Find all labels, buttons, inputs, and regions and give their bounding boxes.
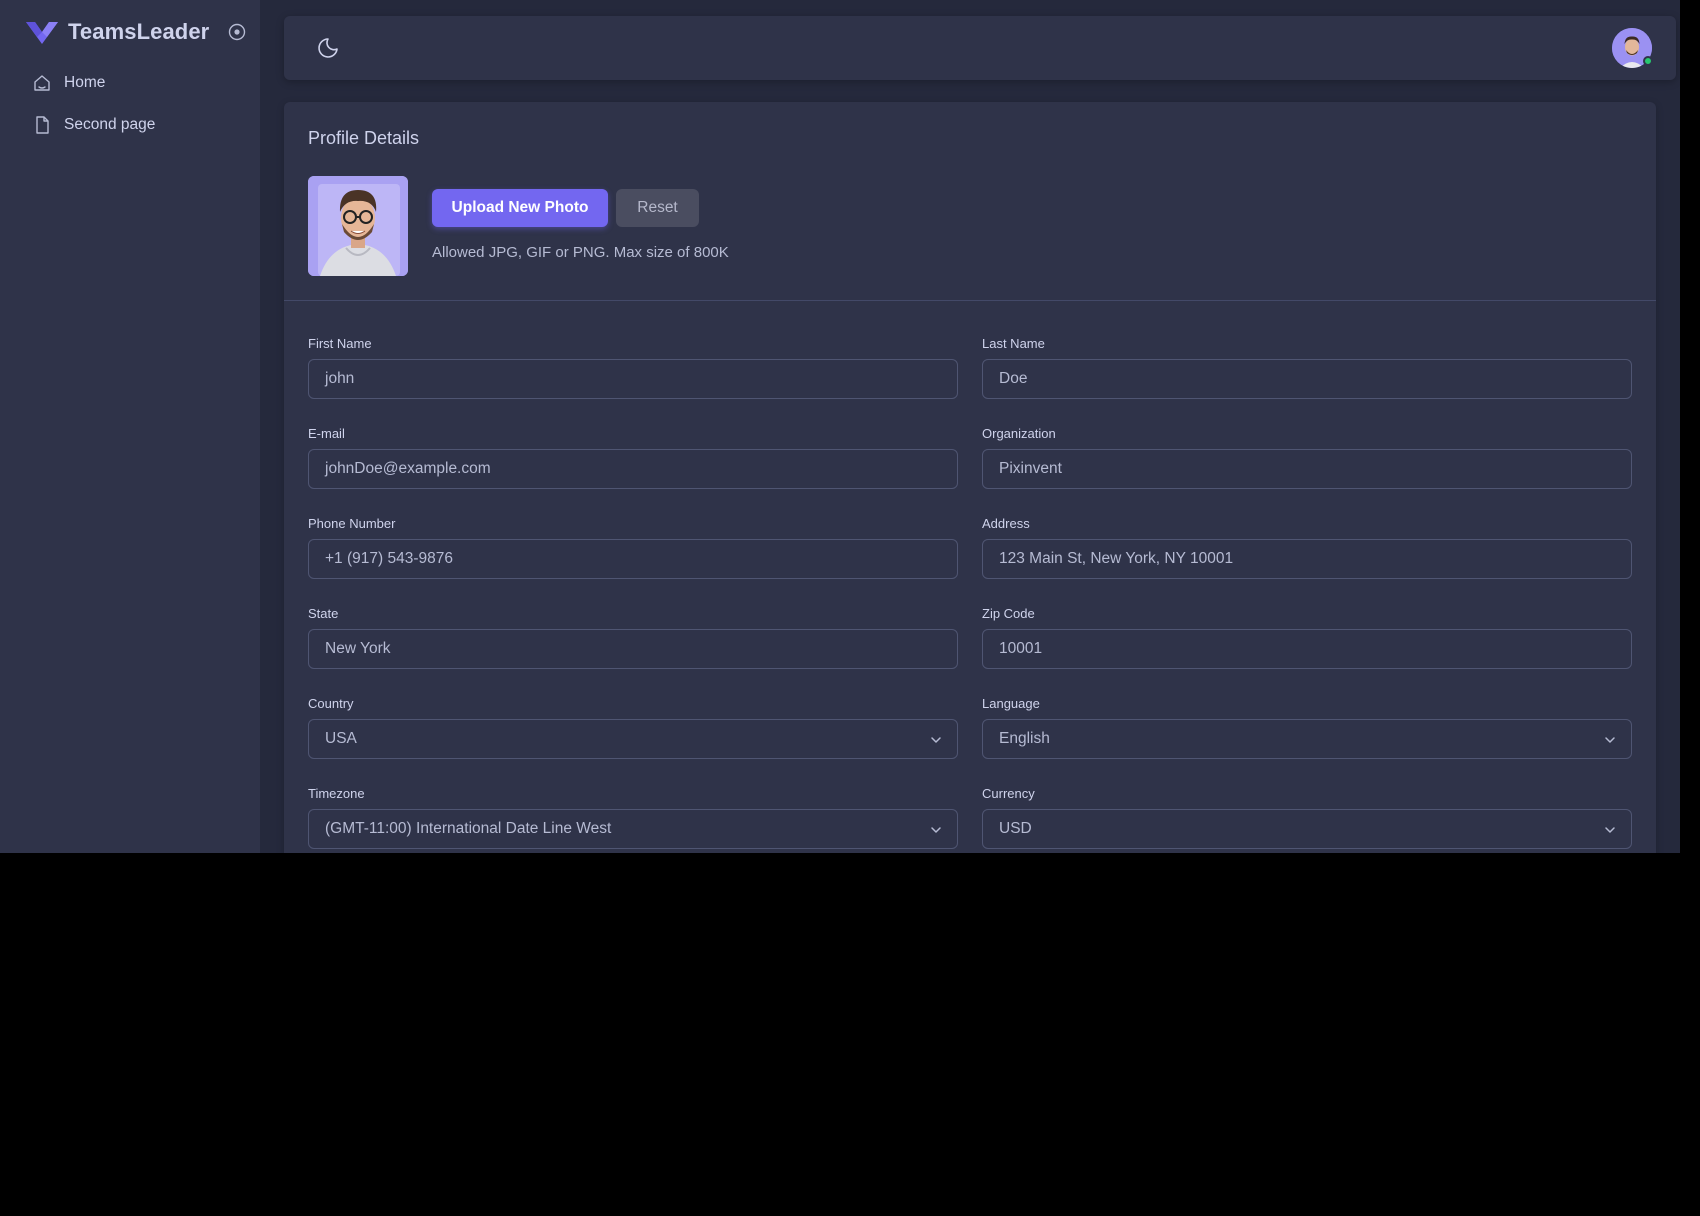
zip-field-group: Zip Code 10001 (982, 606, 1632, 669)
top-navbar (284, 16, 1676, 80)
currency-select-value: USD (999, 820, 1032, 837)
user-avatar[interactable] (1612, 28, 1653, 68)
timezone-field-group: Timezone (GMT-11:00) International Date … (308, 786, 958, 849)
zip-input[interactable]: 10001 (982, 629, 1632, 669)
logo-icon (24, 14, 60, 50)
organization-label: Organization (982, 426, 1056, 441)
email-field-group: E-mail johnDoe@example.com (308, 426, 958, 489)
language-select[interactable]: English (982, 719, 1632, 759)
brand[interactable]: TeamsLeader (24, 14, 256, 50)
last-name-label: Last Name (982, 336, 1045, 351)
address-input[interactable]: 123 Main St, New York, NY 10001 (982, 539, 1632, 579)
divider (284, 300, 1656, 301)
language-select-value: English (999, 730, 1050, 747)
state-input[interactable]: New York (308, 629, 958, 669)
app-title: TeamsLeader (68, 19, 210, 44)
sidebar-toggle-icon[interactable] (228, 23, 246, 41)
app-window: TeamsLeader Home Second page Profile Det… (0, 0, 1680, 853)
last-name-field-group: Last Name Doe (982, 336, 1632, 399)
currency-field-group: Currency USD (982, 786, 1632, 849)
timezone-select-value: (GMT-11:00) International Date Line West (325, 820, 612, 837)
chevron-down-icon (1605, 827, 1615, 833)
country-label: Country (308, 696, 354, 711)
currency-label: Currency (982, 786, 1035, 801)
theme-toggle-button[interactable] (312, 32, 344, 64)
moon-icon (318, 38, 338, 58)
sidebar-item-label: Home (64, 74, 106, 91)
sidebar-item-home[interactable]: Home (16, 62, 244, 104)
card-title: Profile Details (308, 128, 420, 148)
first-name-field-group: First Name john (308, 336, 958, 399)
profile-details-card: Profile Details Upload New Photo Reset A… (284, 102, 1656, 853)
online-status-badge (1643, 56, 1653, 66)
country-select[interactable]: USA (308, 719, 958, 759)
timezone-select[interactable]: (GMT-11:00) International Date Line West (308, 809, 958, 849)
sidebar-item-label: Second page (64, 116, 156, 133)
upload-photo-button[interactable]: Upload New Photo (432, 189, 608, 227)
home-icon (34, 75, 50, 91)
first-name-label: First Name (308, 336, 372, 351)
sidebar-nav: Home Second page (16, 62, 244, 146)
phone-field-group: Phone Number +1 (917) 543-9876 (308, 516, 958, 579)
address-field-group: Address 123 Main St, New York, NY 10001 (982, 516, 1632, 579)
upload-hint: Allowed JPG, GIF or PNG. Max size of 800… (432, 244, 729, 261)
last-name-input[interactable]: Doe (982, 359, 1632, 399)
phone-label: Phone Number (308, 516, 396, 531)
zip-label: Zip Code (982, 606, 1035, 621)
phone-input[interactable]: +1 (917) 543-9876 (308, 539, 958, 579)
email-input[interactable]: johnDoe@example.com (308, 449, 958, 489)
chevron-down-icon (931, 827, 941, 833)
chevron-down-icon (931, 737, 941, 743)
country-field-group: Country USA (308, 696, 958, 759)
language-field-group: Language English (982, 696, 1632, 759)
sidebar-item-second-page[interactable]: Second page (16, 104, 244, 146)
state-label: State (308, 606, 339, 621)
organization-input[interactable]: Pixinvent (982, 449, 1632, 489)
file-icon (36, 116, 49, 134)
sidebar: TeamsLeader Home Second page (0, 0, 260, 853)
profile-photo (308, 176, 408, 276)
organization-field-group: Organization Pixinvent (982, 426, 1632, 489)
timezone-label: Timezone (308, 786, 365, 801)
address-label: Address (982, 516, 1030, 531)
first-name-input[interactable]: john (308, 359, 958, 399)
state-field-group: State New York (308, 606, 958, 669)
email-label: E-mail (308, 426, 345, 441)
currency-select[interactable]: USD (982, 809, 1632, 849)
country-select-value: USA (325, 730, 357, 747)
chevron-down-icon (1605, 737, 1615, 743)
reset-photo-button[interactable]: Reset (616, 189, 699, 227)
language-label: Language (982, 696, 1040, 711)
